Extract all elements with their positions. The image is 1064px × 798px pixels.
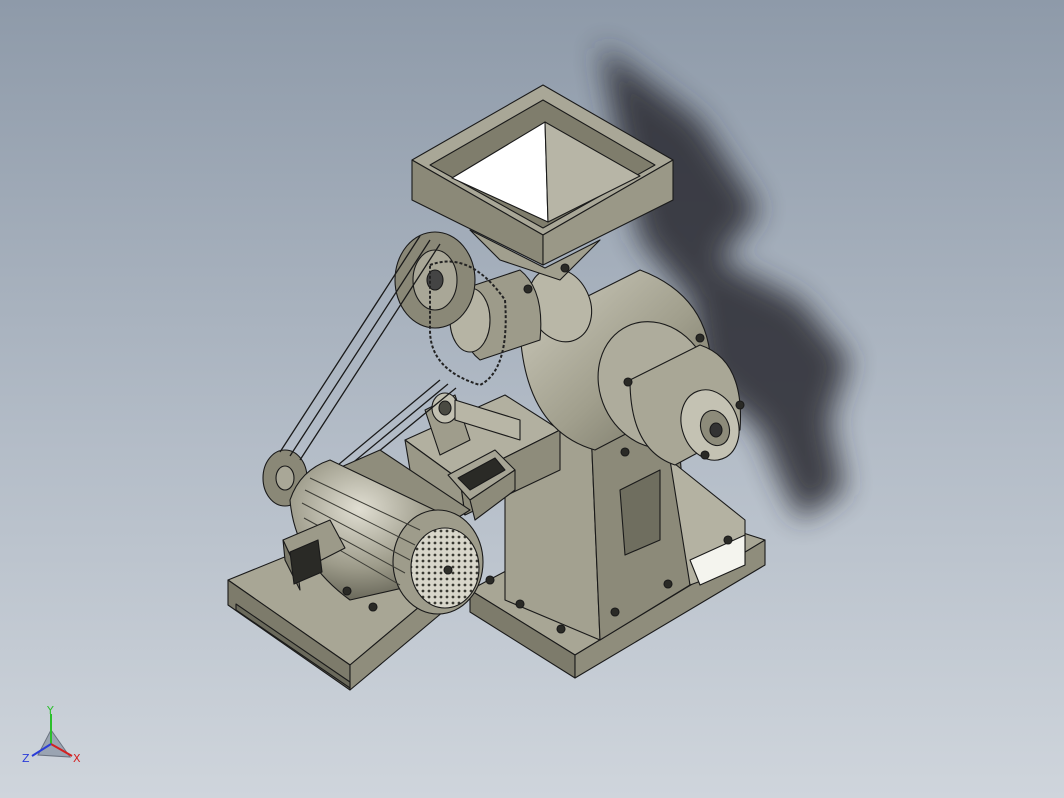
cad-model-extruder-machine[interactable] [0,0,1064,798]
triad-y-label: Y [46,704,54,717]
triad-x-label: X [73,752,81,765]
view-orientation-triad[interactable]: Y X Z [18,700,88,770]
large-pulley[interactable] [394,231,476,329]
triad-z-label: Z [22,752,30,765]
graphics-viewport[interactable]: Y X Z [0,0,1064,798]
